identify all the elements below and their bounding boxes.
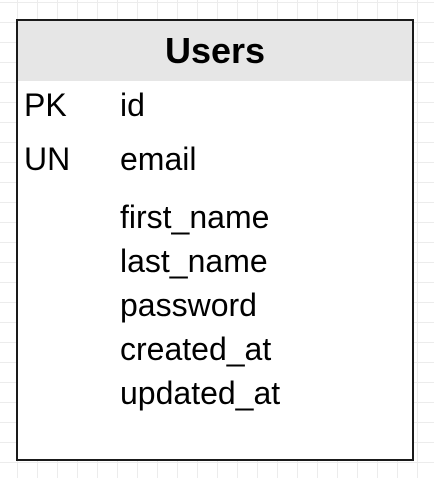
entity-title: Users bbox=[164, 30, 266, 71]
field-created-at[interactable]: created_at bbox=[120, 327, 280, 371]
unique-key-label: UN bbox=[24, 141, 71, 177]
primary-key-label: PK bbox=[24, 87, 67, 123]
field-email: email bbox=[120, 141, 197, 177]
field-last-name[interactable]: last_name bbox=[120, 239, 280, 283]
entity-header[interactable]: Users bbox=[18, 21, 412, 81]
entity-row-email[interactable]: UN email bbox=[18, 135, 412, 183]
entity-row-id[interactable]: PK id bbox=[18, 81, 412, 129]
entity-plain-fields: first_name last_name password created_at… bbox=[120, 195, 280, 415]
field-password[interactable]: password bbox=[120, 283, 280, 327]
users-entity-table[interactable]: Users PK id UN email first_name last_nam… bbox=[16, 19, 414, 461]
field-id: id bbox=[120, 87, 145, 123]
field-updated-at[interactable]: updated_at bbox=[120, 371, 280, 415]
field-first-name[interactable]: first_name bbox=[120, 195, 280, 239]
